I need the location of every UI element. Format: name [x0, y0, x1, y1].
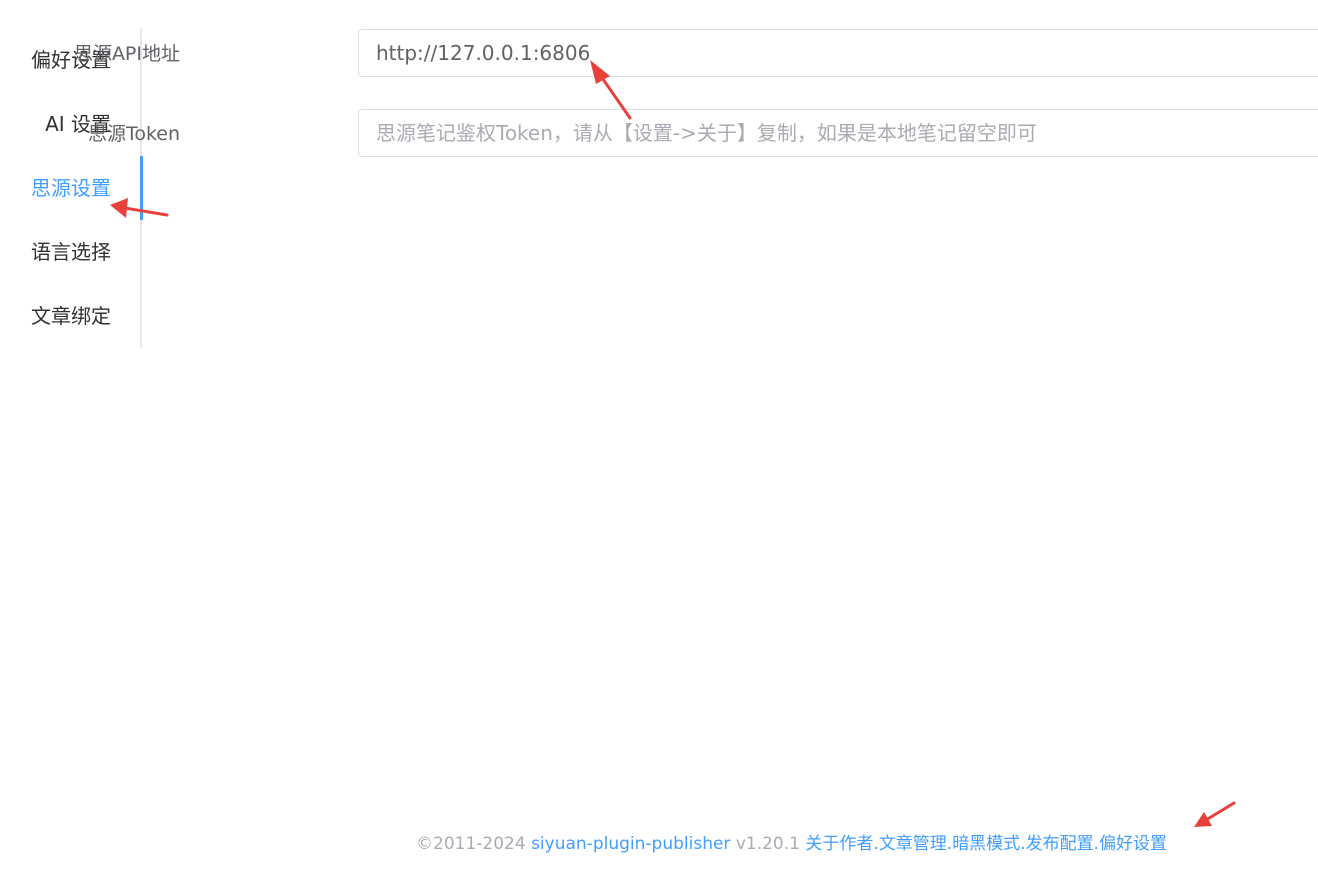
token-label: 思源Token	[87, 123, 180, 145]
tab-siyuan-settings[interactable]: 思源设置	[31, 156, 111, 220]
annotation-arrow-footer	[1194, 801, 1236, 827]
api-address-input[interactable]	[358, 29, 1318, 77]
footer-version: v1.20.1	[730, 834, 806, 854]
footer-link-article-management[interactable]: 文章管理	[879, 834, 947, 854]
token-input[interactable]	[358, 109, 1318, 157]
footer-link-about-author[interactable]: 关于作者	[805, 834, 873, 854]
api-address-label: 思源API地址	[73, 43, 180, 65]
footer: ©2011-2024 siyuan-plugin-publisher v1.20…	[416, 830, 1167, 858]
footer-link-dark-mode[interactable]: 暗黑模式	[952, 834, 1020, 854]
tab-language[interactable]: 语言选择	[31, 220, 111, 284]
tab-article-binding[interactable]: 文章绑定	[31, 284, 111, 348]
settings-page: 偏好设置 AI 设置 思源设置 语言选择 文章绑定 思源API地址 思源Toke…	[0, 0, 1318, 894]
footer-project-link[interactable]: siyuan-plugin-publisher	[531, 834, 730, 854]
tabs-active-indicator	[140, 156, 143, 220]
footer-link-preferences[interactable]: 偏好设置	[1099, 834, 1167, 854]
footer-copyright: ©2011-2024	[416, 834, 532, 854]
footer-link-publish-config[interactable]: 发布配置	[1026, 834, 1094, 854]
